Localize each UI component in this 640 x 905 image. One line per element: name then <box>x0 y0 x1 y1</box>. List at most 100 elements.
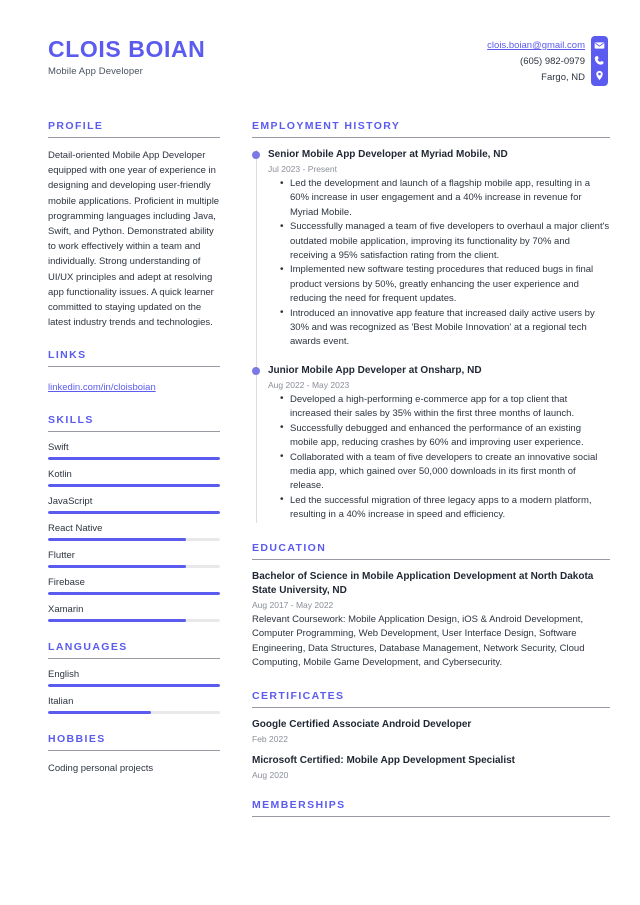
skill-bar-fill <box>48 484 220 488</box>
skill-bar-track <box>48 565 220 569</box>
certificate-date: Feb 2022 <box>252 733 288 744</box>
section-title-education: Education <box>252 541 327 554</box>
skill-bar-track <box>48 592 220 596</box>
section-hobbies: Hobbies Coding personal projects <box>48 733 220 776</box>
list-item: Collaborated with a team of five develop… <box>280 450 610 494</box>
resume-body: Profile Detail-oriented Mobile App Devel… <box>30 120 610 836</box>
language-bar-track <box>48 711 220 715</box>
list-item: Led the development and launch of a flag… <box>280 176 610 220</box>
section-divider <box>48 366 220 368</box>
section-title-profile: Profile <box>48 120 104 132</box>
list-item: Bachelor of Science in Mobile Applicatio… <box>252 570 610 671</box>
job-bullets: Developed a high-performing e-commerce a… <box>268 392 610 523</box>
section-title-certificates: Certificates <box>252 689 345 702</box>
degree-description: Relevant Coursework: Mobile Application … <box>252 613 585 669</box>
skill-label: Flutter <box>48 550 75 562</box>
list-item: Kotlin <box>48 469 220 488</box>
job-date: Jul 2023 - Present <box>268 164 337 174</box>
certificate-title: Microsoft Certified: Mobile App Developm… <box>252 754 515 766</box>
contact-details: clois.boian@gmail.com (605) 982-0979 Far… <box>487 36 585 86</box>
skill-bar-fill <box>48 511 220 515</box>
skill-label: React Native <box>48 523 103 535</box>
language-bar-fill <box>48 711 152 715</box>
contact-email-row: clois.boian@gmail.com <box>487 38 585 54</box>
skill-bar-track <box>48 511 220 515</box>
list-item: Implemented new software testing procedu… <box>280 263 610 306</box>
skill-label: Kotlin <box>48 469 72 481</box>
section-title-languages: Languages <box>48 641 128 654</box>
main-column: Employment History Senior Mobile App Dev… <box>234 120 610 836</box>
job-title: Junior Mobile App Developer at Onsharp, … <box>268 364 482 376</box>
location-pin-icon <box>594 70 605 81</box>
section-title-links: Links <box>48 349 87 362</box>
list-item: Led the successful migration of three le… <box>280 493 610 523</box>
phone-icon <box>594 55 605 66</box>
list-item[interactable]: linkedin.com/in/cloisboian <box>48 382 156 393</box>
contact-location: Fargo, ND <box>541 72 585 83</box>
skill-bar-fill <box>48 565 186 569</box>
section-title-hobbies: Hobbies <box>48 733 106 746</box>
skill-bar-track <box>48 484 220 488</box>
skill-label: Xamarin <box>48 604 84 616</box>
envelope-icon <box>594 40 605 51</box>
section-divider <box>48 431 220 433</box>
job-date: Aug 2022 - May 2023 <box>268 379 350 390</box>
list-item: Italian <box>48 696 220 715</box>
skill-bar-fill <box>48 538 186 542</box>
list-item: Swift <box>48 442 220 461</box>
section-divider <box>252 137 610 138</box>
degree-date: Aug 2017 - May 2022 <box>252 599 334 610</box>
identity-block: CLOIS BOIAN Mobile App Developer <box>48 36 205 77</box>
list-item: Google Certified Associate Android Devel… <box>252 718 610 744</box>
section-divider <box>48 750 220 752</box>
section-title-memberships: Memberships <box>252 798 346 811</box>
section-skills: Skills Swift Kotlin JavaScript <box>48 414 220 623</box>
resume-page: CLOIS BOIAN Mobile App Developer clois.b… <box>0 0 640 905</box>
section-title-skills: Skills <box>48 414 94 427</box>
employment-timeline: Senior Mobile App Developer at Myriad Mo… <box>252 148 610 523</box>
section-title-employment: Employment History <box>252 120 401 132</box>
contact-phone: (605) 982-0979 <box>520 56 585 67</box>
list-item: English <box>48 669 220 688</box>
email-link[interactable]: clois.boian@gmail.com <box>487 40 585 51</box>
section-memberships: Memberships <box>252 799 610 817</box>
list-item: Coding personal projects <box>48 763 154 775</box>
contact-icon-bar <box>591 36 608 86</box>
skill-bar-fill <box>48 457 220 461</box>
section-certificates: Certificates Google Certified Associate … <box>252 690 610 780</box>
list-item: Microsoft Certified: Mobile App Developm… <box>252 754 610 780</box>
contact-block: clois.boian@gmail.com (605) 982-0979 Far… <box>487 36 608 86</box>
languages-list: English Italian <box>48 669 220 715</box>
certificate-title: Google Certified Associate Android Devel… <box>252 718 472 730</box>
degree-title: Bachelor of Science in Mobile Applicatio… <box>252 570 594 596</box>
skill-bar-track <box>48 457 220 461</box>
list-item: Introduced an innovative app feature tha… <box>280 306 610 350</box>
list-item: Xamarin <box>48 604 220 623</box>
skill-bar-fill <box>48 619 186 623</box>
section-education: Education Bachelor of Science in Mobile … <box>252 542 610 671</box>
list-item: Flutter <box>48 550 220 569</box>
job-bullets: Led the development and launch of a flag… <box>268 176 610 350</box>
list-item: React Native <box>48 523 220 542</box>
list-item: JavaScript <box>48 496 220 515</box>
list-item: Developed a high-performing e-commerce a… <box>280 392 610 422</box>
skills-list: Swift Kotlin JavaScript React Native Flu… <box>48 442 220 623</box>
section-divider <box>48 658 220 660</box>
section-profile: Profile Detail-oriented Mobile App Devel… <box>48 120 220 330</box>
profile-text: Detail-oriented Mobile App Developer equ… <box>48 150 220 329</box>
list-item: Junior Mobile App Developer at Onsharp, … <box>252 364 610 523</box>
section-divider <box>252 815 610 817</box>
certificate-date: Aug 2020 <box>252 769 289 780</box>
skill-bar-fill <box>48 592 220 596</box>
list-item: Senior Mobile App Developer at Myriad Mo… <box>252 148 610 350</box>
sidebar-column: Profile Detail-oriented Mobile App Devel… <box>48 120 234 836</box>
resume-header: CLOIS BOIAN Mobile App Developer clois.b… <box>30 36 610 98</box>
skill-label: Firebase <box>48 577 85 589</box>
skill-label: Swift <box>48 442 69 454</box>
language-label: Italian <box>48 696 74 708</box>
links-list: linkedin.com/in/cloisboian <box>48 377 220 395</box>
skill-label: JavaScript <box>48 496 93 508</box>
list-item: Firebase <box>48 577 220 596</box>
section-languages: Languages English Italian <box>48 641 220 715</box>
job-title: Mobile App Developer <box>48 66 143 78</box>
